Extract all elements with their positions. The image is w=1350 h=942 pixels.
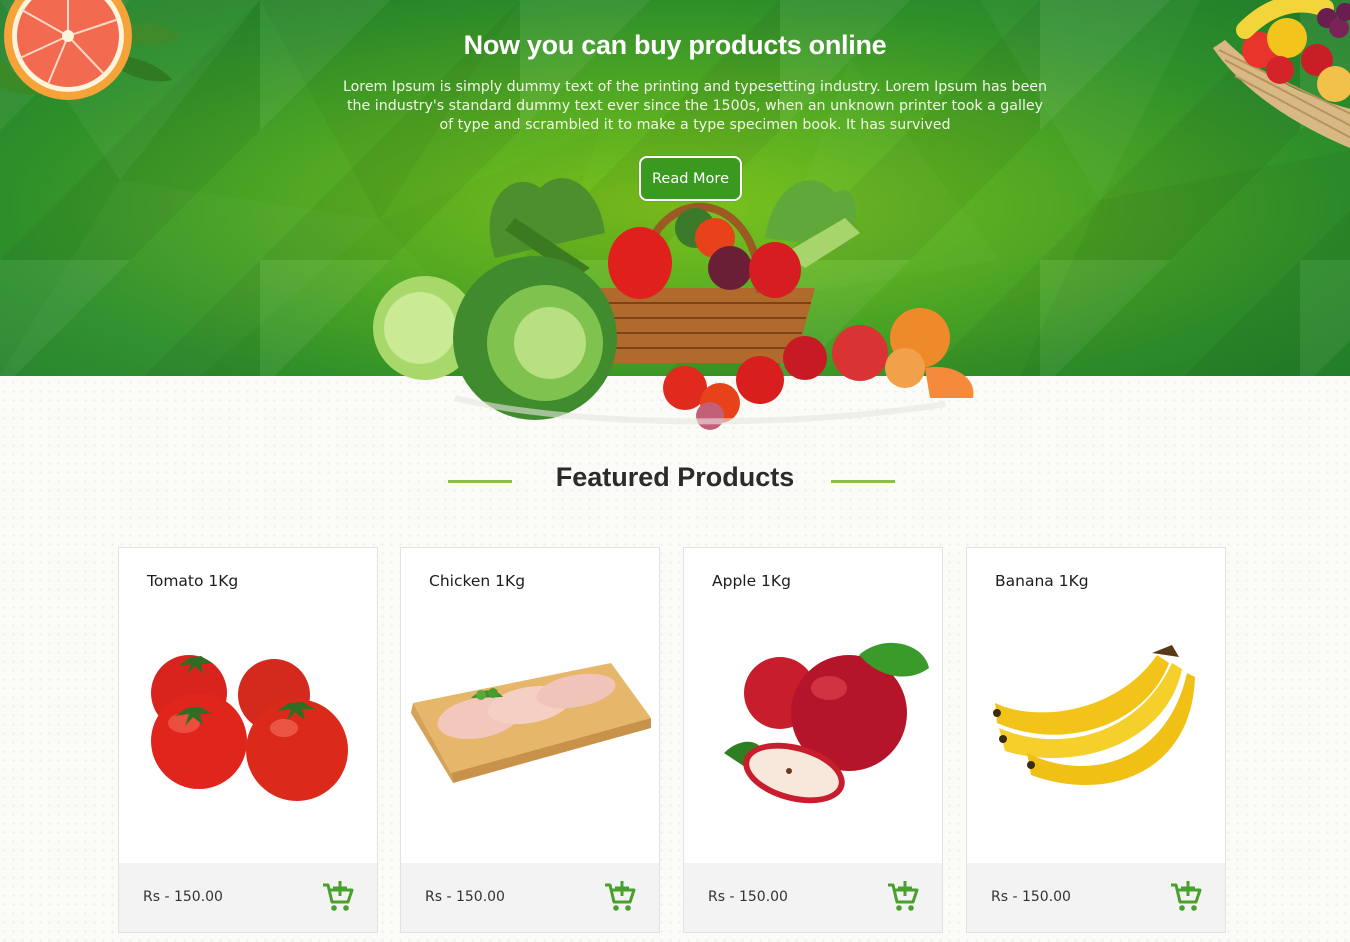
- card-footer: Rs - 150.00: [119, 863, 377, 932]
- add-to-cart-icon[interactable]: [1169, 881, 1203, 913]
- product-card[interactable]: Chicken 1Kg Rs - 150.00: [400, 547, 660, 933]
- hero-description: Lorem Ipsum is simply dummy text of the …: [342, 79, 1048, 133]
- fruit-basket-image: [1213, 0, 1350, 148]
- product-name: Chicken 1Kg: [429, 572, 526, 590]
- chicken-image: [411, 663, 651, 783]
- hero-title: Now you can buy products online: [463, 30, 887, 60]
- product-name: Apple 1Kg: [712, 572, 791, 590]
- product-card[interactable]: Tomato 1Kg Rs - 150.00: [118, 547, 378, 933]
- add-to-cart-icon[interactable]: [321, 881, 355, 913]
- card-footer: Rs - 150.00: [401, 863, 659, 932]
- add-to-cart-icon[interactable]: [886, 881, 920, 913]
- card-footer: Rs - 150.00: [684, 863, 942, 932]
- product-name: Tomato 1Kg: [147, 572, 239, 590]
- product-price: Rs - 150.00: [708, 889, 788, 905]
- title-divider-right: [831, 480, 895, 483]
- read-more-button[interactable]: Read More: [639, 156, 742, 201]
- tomato-image: [151, 655, 348, 801]
- banana-image: [993, 645, 1195, 786]
- product-price: Rs - 150.00: [991, 889, 1071, 905]
- product-card[interactable]: Apple 1Kg Rs - 150.00: [683, 547, 943, 933]
- add-to-cart-icon[interactable]: [603, 881, 637, 913]
- product-price: Rs - 150.00: [143, 889, 223, 905]
- product-name: Banana 1Kg: [995, 572, 1089, 590]
- apple-image: [724, 642, 929, 804]
- product-price: Rs - 150.00: [425, 889, 505, 905]
- product-card[interactable]: Banana 1Kg Rs - 150.00: [966, 547, 1226, 933]
- featured-title: Featured Products: [555, 462, 795, 492]
- card-footer: Rs - 150.00: [967, 863, 1225, 932]
